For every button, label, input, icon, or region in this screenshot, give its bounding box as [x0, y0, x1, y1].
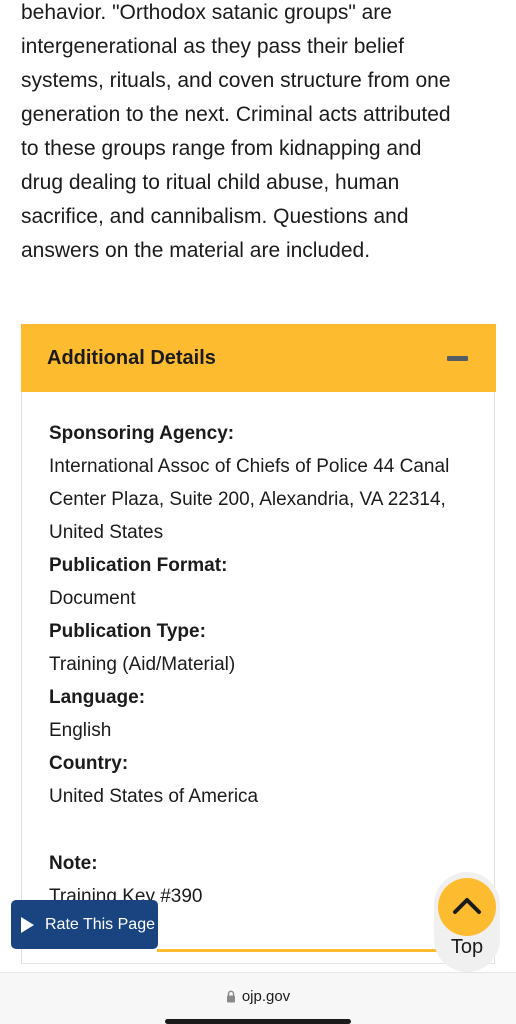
abstract-line: drug dealing to ritual child abuse, huma…	[21, 171, 400, 194]
top-circle	[438, 878, 496, 936]
home-indicator[interactable]	[165, 1019, 351, 1024]
detail-value: English	[49, 720, 112, 741]
abstract-line: sacrifice, and cannibalism. Questions an…	[21, 205, 409, 228]
abstract-line: systems, rituals, and coven structure fr…	[21, 69, 451, 92]
additional-details-toggle[interactable]: Additional Details	[21, 324, 496, 392]
detail-label: Sponsoring Agency:	[49, 423, 235, 444]
top-label: Top	[450, 936, 484, 958]
abstract-text: behavior. "Orthodox satanic groups" are …	[21, 0, 496, 268]
abstract-line: generation to the next. Criminal acts at…	[21, 103, 451, 126]
abstract-line: behavior. "Orthodox satanic groups" are	[21, 1, 392, 24]
minus-icon	[447, 356, 468, 361]
abstract-line: intergenerational as they pass their bel…	[21, 35, 404, 58]
detail-publication-format: Publication Format: Document	[49, 549, 474, 615]
detail-label: Publication Type:	[49, 621, 206, 642]
detail-sponsoring-agency: Sponsoring Agency: International Assoc o…	[49, 417, 474, 549]
detail-label: Country:	[49, 753, 129, 774]
detail-label: Language:	[49, 687, 146, 708]
detail-value: Training (Aid/Material)	[49, 654, 236, 675]
detail-label: Publication Format:	[49, 555, 228, 576]
lock-icon	[226, 990, 235, 1003]
detail-country: Country: United States of America	[49, 747, 474, 813]
detail-publication-type: Publication Type: Training (Aid/Material…	[49, 615, 474, 681]
detail-label: Note:	[49, 853, 98, 874]
accordion-title: Additional Details	[47, 346, 216, 369]
back-to-top-button[interactable]: Top	[434, 872, 500, 972]
detail-language: Language: English	[49, 681, 474, 747]
detail-value: International Assoc of Chiefs of Police …	[49, 456, 450, 543]
address-field[interactable]: ojp.gov	[0, 988, 516, 1005]
chevron-up-icon	[453, 898, 481, 914]
abstract-line: to these groups range from kidnapping an…	[21, 137, 422, 160]
rate-button-label: Rate This Page	[45, 915, 155, 933]
rate-this-page-button[interactable]: Rate This Page	[11, 900, 158, 949]
detail-value: United States of America	[49, 786, 259, 807]
url-text: ojp.gov	[241, 988, 291, 1005]
browser-address-bar: ojp.gov	[0, 972, 516, 1024]
additional-details-accordion: Additional Details Sponsoring Agency: In…	[21, 324, 496, 964]
play-icon	[21, 916, 34, 933]
detail-value: Document	[49, 588, 136, 609]
abstract-line: answers on the material are included.	[21, 239, 371, 262]
details-list: Sponsoring Agency: International Assoc o…	[49, 417, 474, 913]
